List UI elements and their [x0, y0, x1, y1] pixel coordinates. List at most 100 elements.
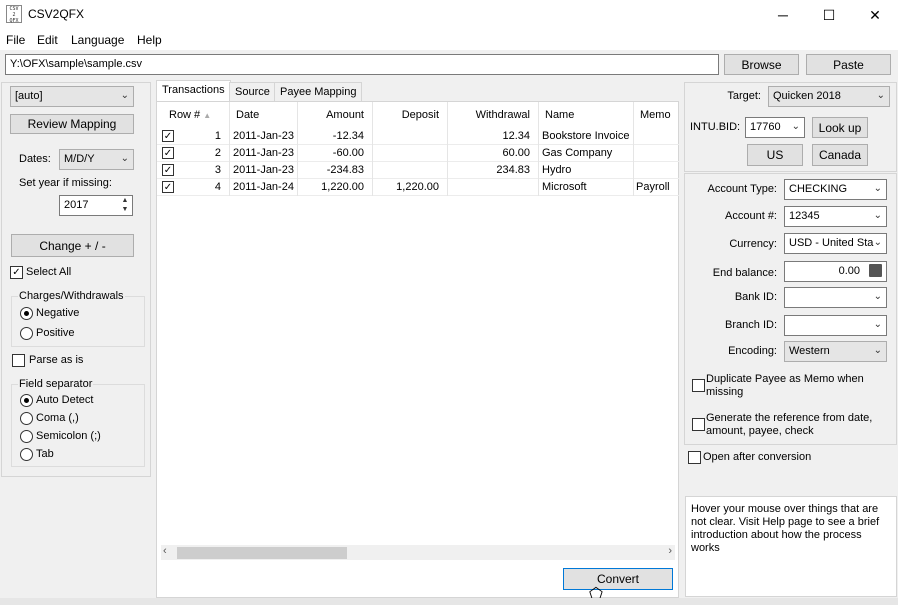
chevron-down-icon: ⌄ — [873, 237, 882, 248]
spin-down-icon[interactable]: ▼ — [119, 206, 131, 214]
menu-help[interactable]: Help — [137, 33, 162, 47]
dates-format-combo[interactable]: M/D/Y ⌄ — [59, 149, 134, 170]
cell-deposit: 1,220.00 — [373, 179, 448, 196]
year-spinner[interactable]: 2017 ▲ ▼ — [59, 195, 133, 216]
column-header-withdrawal[interactable]: Withdrawal — [448, 102, 539, 128]
cell-date: 2011-Jan-23 — [230, 128, 298, 145]
negative-radio[interactable] — [20, 307, 33, 320]
cell-date: 2011-Jan-24 — [230, 179, 298, 196]
tab-transactions[interactable]: Transactions — [156, 80, 231, 102]
account-number-value: 12345 — [789, 210, 820, 222]
encoding-combo[interactable]: Western ⌄ — [784, 341, 887, 362]
currency-label: Currency: — [729, 238, 777, 250]
cell-withdrawal: 234.83 — [448, 162, 539, 179]
tab-source[interactable]: Source — [229, 82, 276, 102]
table-row[interactable]: ✓ 1 2011-Jan-23 -12.34 12.34 Bookstore Invoic… — [157, 128, 679, 145]
account-type-label: Account Type: — [707, 183, 777, 195]
select-all-label: Select All — [26, 266, 72, 278]
currency-combo[interactable]: USD - United Sta ⌄ — [784, 233, 887, 254]
paste-button[interactable]: Paste — [806, 54, 891, 75]
scroll-thumb[interactable] — [177, 547, 347, 559]
table-row[interactable]: ✓ 4 2011-Jan-24 1,220.00 1,220.00 Microsoft Pa… — [157, 179, 679, 196]
cell-memo — [634, 162, 679, 179]
table-row[interactable]: ✓ 2 2011-Jan-23 -60.00 60.00 Gas Company — [157, 145, 679, 162]
window-title: CSV2QFX — [28, 7, 85, 21]
positive-label: Positive — [36, 327, 75, 339]
menu-language[interactable]: Language — [71, 33, 124, 47]
column-header-name[interactable]: Name — [539, 102, 634, 128]
account-type-combo[interactable]: CHECKING ⌄ — [784, 179, 887, 200]
browse-button[interactable]: Browse — [724, 54, 799, 75]
convert-button[interactable]: Convert — [563, 568, 673, 590]
column-header-date[interactable]: Date — [230, 102, 298, 128]
bank-id-combo[interactable]: ⌄ — [784, 287, 887, 308]
minimize-button[interactable]: ─ — [760, 0, 806, 30]
duplicate-payee-checkbox[interactable] — [692, 379, 705, 392]
encoding-value: Western — [789, 345, 830, 357]
encoding-label: Encoding: — [728, 345, 777, 357]
file-path-input[interactable]: Y:\OFX\sample\sample.csv — [5, 54, 719, 75]
field-separator-title: Field separator — [18, 378, 94, 390]
maximize-button[interactable]: ☐ — [806, 0, 852, 30]
generate-reference-label: Generate the reference from date, amount… — [706, 412, 873, 437]
year-value: 2017 — [64, 199, 89, 211]
column-header-row-label: Row # — [169, 109, 201, 121]
cell-row-number: 4 — [157, 179, 230, 196]
change-sign-button[interactable]: Change + / - — [11, 234, 134, 257]
account-number-combo[interactable]: 12345 ⌄ — [784, 206, 887, 227]
end-balance-input[interactable]: 0.00 — [784, 261, 887, 282]
chevron-down-icon: ⌄ — [876, 90, 885, 101]
tab-radio[interactable] — [20, 448, 33, 461]
cell-date: 2011-Jan-23 — [230, 162, 298, 179]
column-header-deposit[interactable]: Deposit — [373, 102, 448, 128]
menu-file[interactable]: File — [6, 33, 25, 47]
chevron-down-icon: ⌄ — [791, 121, 800, 132]
cell-withdrawal: 60.00 — [448, 145, 539, 162]
lookup-button[interactable]: Look up — [812, 117, 868, 138]
branch-id-label: Branch ID: — [725, 319, 777, 331]
target-value: Quicken 2018 — [773, 90, 841, 102]
spin-up-icon[interactable]: ▲ — [119, 197, 131, 205]
auto-detect-radio[interactable] — [20, 394, 33, 407]
menu-edit[interactable]: Edit — [37, 33, 58, 47]
target-combo[interactable]: Quicken 2018 ⌄ — [768, 86, 890, 107]
end-balance-label: End balance: — [712, 267, 777, 279]
select-all-checkbox[interactable]: ✓ — [10, 266, 23, 279]
dates-label: Dates: — [19, 153, 51, 165]
us-button[interactable]: US — [747, 144, 803, 166]
cell-deposit — [373, 162, 448, 179]
table-row[interactable]: ✓ 3 2011-Jan-23 -234.83 234.83 Hydro — [157, 162, 679, 179]
coma-radio[interactable] — [20, 412, 33, 425]
column-header-row[interactable]: Row # ▲ — [157, 102, 230, 128]
scroll-right-icon[interactable]: › — [668, 545, 672, 557]
chevron-down-icon: ⌄ — [120, 153, 129, 164]
auto-detect-label: Auto Detect — [36, 394, 94, 406]
cell-row-number: 1 — [157, 128, 230, 145]
menu-bar: File Edit Language Help — [0, 30, 898, 50]
intu-bid-label: INTU.BID: — [690, 121, 741, 133]
currency-value: USD - United Sta — [789, 237, 874, 249]
positive-radio[interactable] — [20, 327, 33, 340]
chevron-down-icon: ⌄ — [873, 345, 882, 356]
canada-button[interactable]: Canada — [812, 144, 868, 166]
intu-bid-value: 17760 — [750, 121, 781, 133]
review-mapping-button[interactable]: Review Mapping — [10, 114, 134, 134]
branch-id-combo[interactable]: ⌄ — [784, 315, 887, 336]
intu-bid-combo[interactable]: 17760 ⌄ — [745, 117, 805, 138]
column-header-memo[interactable]: Memo — [634, 102, 679, 128]
column-header-amount[interactable]: Amount — [298, 102, 373, 128]
parse-as-is-checkbox[interactable] — [12, 354, 25, 367]
close-button[interactable]: ✕ — [852, 0, 898, 30]
open-after-checkbox[interactable] — [688, 451, 701, 464]
semicolon-radio[interactable] — [20, 430, 33, 443]
transactions-grid: Row # ▲ Date Amount Deposit Withdrawal N… — [156, 101, 679, 603]
scroll-left-icon[interactable]: ‹ — [163, 545, 167, 557]
generate-reference-checkbox[interactable] — [692, 418, 705, 431]
tab-payee-mapping[interactable]: Payee Mapping — [274, 82, 363, 102]
calculator-icon[interactable] — [869, 264, 882, 277]
charges-group-title: Charges/Withdrawals — [18, 290, 125, 302]
mapping-combo[interactable]: [auto] ⌄ — [10, 86, 134, 107]
taskbar-strip — [0, 598, 898, 605]
set-year-label: Set year if missing: — [19, 177, 112, 189]
horizontal-scrollbar[interactable]: ‹ › — [161, 545, 675, 560]
